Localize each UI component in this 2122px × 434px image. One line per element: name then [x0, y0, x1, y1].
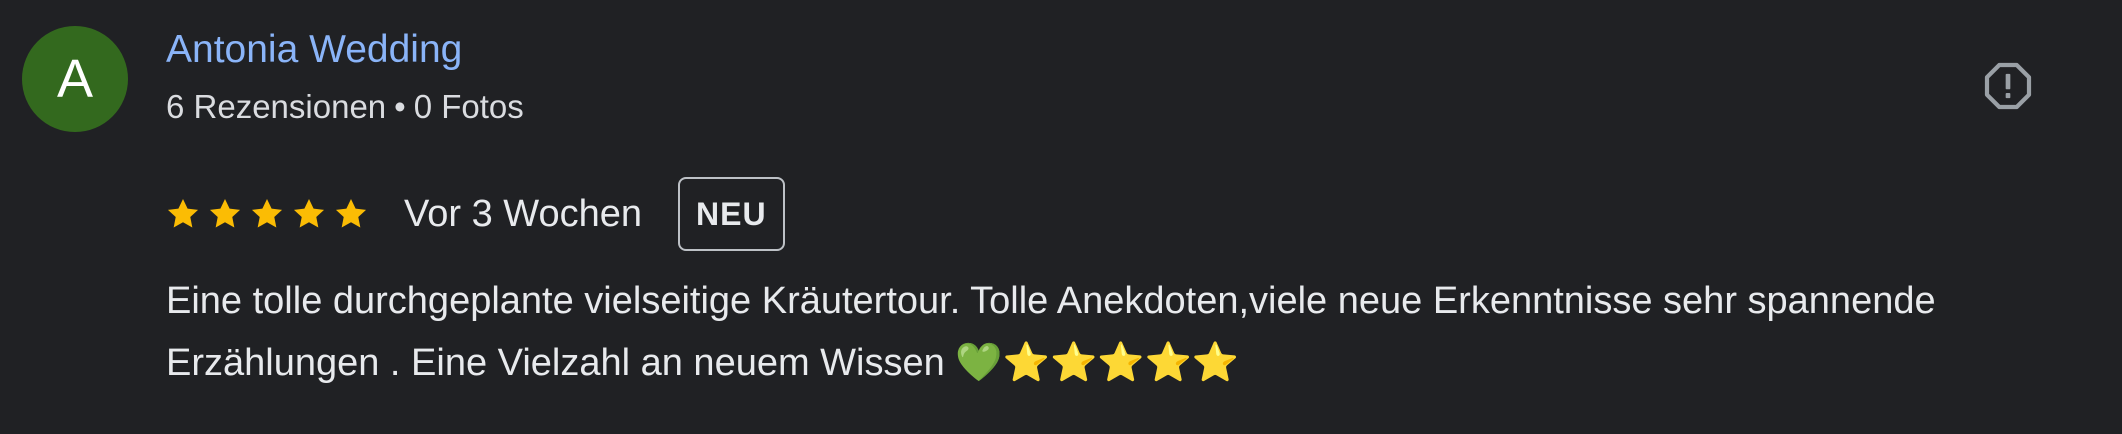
new-badge: NEU — [678, 177, 785, 251]
rating-row: Vor 3 Wochen NEU — [164, 176, 785, 252]
star-icon — [293, 198, 325, 228]
author-name-link[interactable]: Antonia Wedding — [166, 28, 462, 72]
star-icon — [251, 198, 283, 228]
meta-separator: • — [394, 88, 406, 125]
review-text: Eine tolle durchgeplante vielseitige Krä… — [166, 280, 1936, 384]
photos-count: 0 Fotos — [413, 88, 524, 125]
avatar[interactable]: A — [22, 26, 128, 132]
report-button[interactable] — [1978, 56, 2038, 116]
star-icon — [209, 198, 241, 228]
star-rating — [164, 195, 370, 233]
review-time: Vor 3 Wochen — [404, 192, 643, 235]
star-icon — [335, 198, 367, 228]
author-meta: 6 Rezensionen • 0 Fotos — [166, 88, 524, 126]
reviews-count: 6 Rezensionen — [166, 88, 387, 125]
review-card: A Antonia Wedding 6 Rezensionen • 0 Fotos … — [0, 0, 2122, 434]
star-icon — [167, 198, 199, 228]
report-flag-icon — [1984, 62, 2032, 110]
avatar-letter: A — [56, 49, 94, 109]
